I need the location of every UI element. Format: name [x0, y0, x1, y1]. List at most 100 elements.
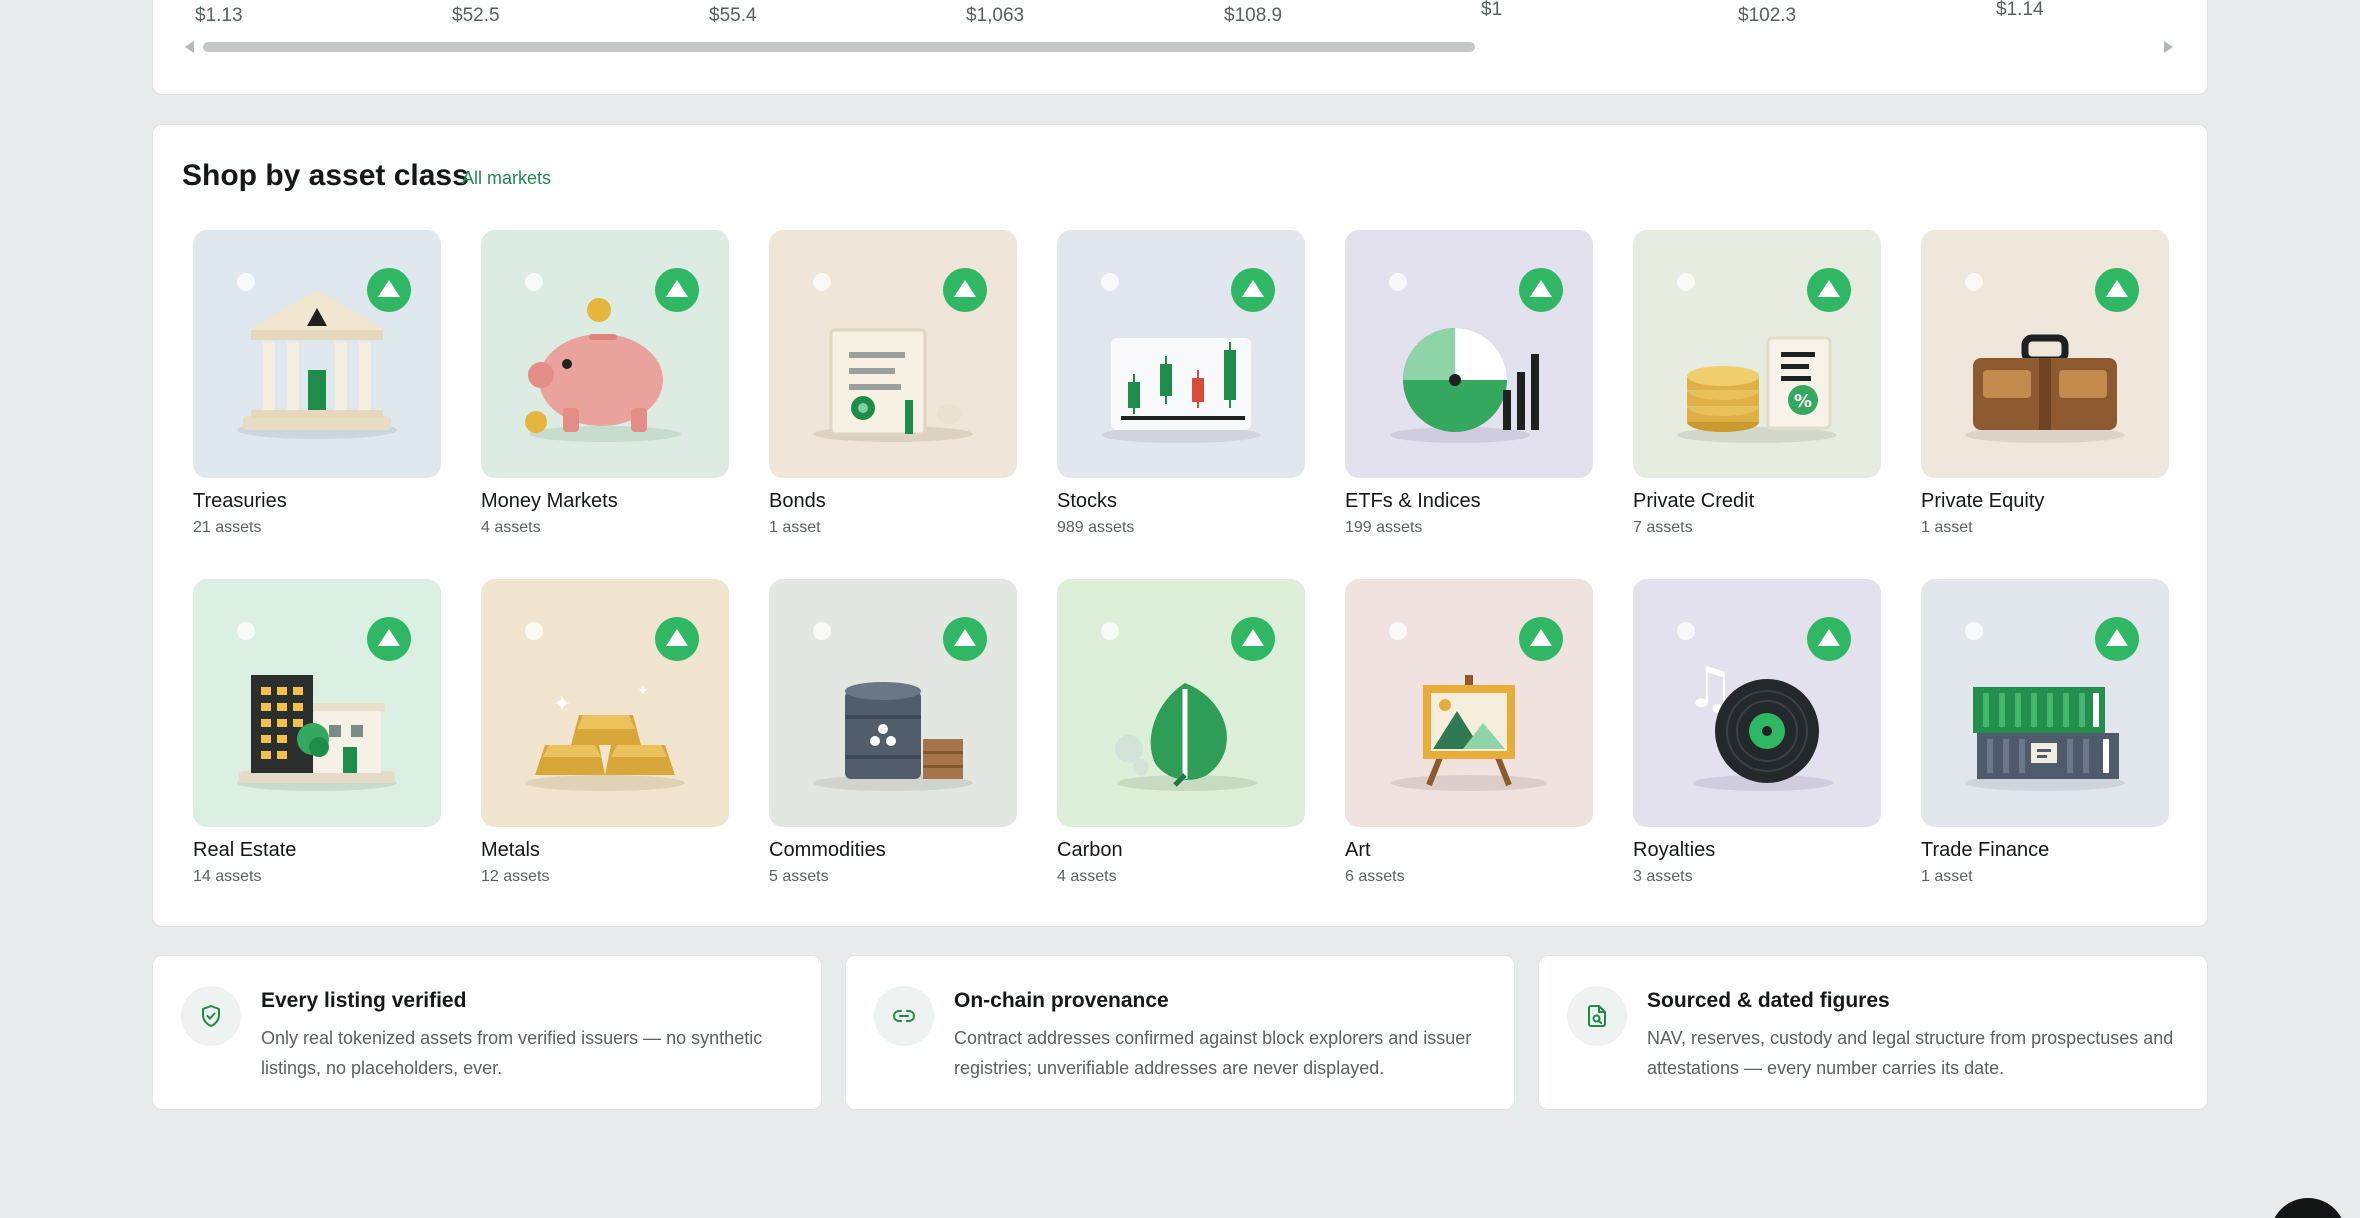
tile-count: 1 asset — [1921, 868, 1973, 885]
tile-image: ♫ — [1633, 579, 1881, 827]
scroll-right-arrow-icon[interactable] — [2164, 41, 2173, 53]
tile-name: Commodities — [769, 839, 886, 861]
tile-image: % — [1633, 230, 1881, 478]
tile-image — [1057, 230, 1305, 478]
vinyl-record-icon: ♫ — [1685, 656, 1833, 791]
tile-name: Private Equity — [1921, 490, 2045, 512]
asset-class-tile-money-markets[interactable]: Money Markets 4 assets — [481, 230, 729, 537]
tile-name: Art — [1345, 839, 1371, 861]
tile-name: Money Markets — [481, 490, 618, 512]
tile-image — [1921, 230, 2169, 478]
price-value: $1.13 — [195, 5, 243, 26]
briefcase-icon — [1965, 334, 2125, 443]
buildings-icon — [237, 675, 397, 791]
asset-class-tile-private-equity[interactable]: Private Equity 1 asset — [1921, 230, 2169, 537]
piggy-bank-icon — [525, 298, 681, 442]
asset-class-tile-art[interactable]: Art 6 assets — [1345, 579, 1593, 886]
tile-image — [769, 579, 1017, 827]
shop-by-asset-class-section: Shop by asset class All markets Treasuri… — [152, 124, 2208, 927]
asset-class-tile-etfs-indices[interactable]: ETFs & Indices 199 assets — [1345, 230, 1593, 537]
asset-class-tile-royalties[interactable]: ♫ Royalties 3 assets — [1633, 579, 1881, 886]
price-value: $1 — [1481, 0, 1503, 20]
tile-name: Royalties — [1633, 839, 1716, 861]
scroll-left-arrow-icon[interactable] — [185, 41, 194, 53]
tile-name: Carbon — [1057, 839, 1123, 861]
tile-image: ✦ ✦ — [481, 579, 729, 827]
tile-count: 989 assets — [1057, 519, 1135, 536]
feature-description: NAV, reserves, custody and legal structu… — [1647, 1028, 2174, 1078]
feature-card-provenance: On-chain provenance Contract addresses c… — [845, 955, 1515, 1110]
tile-name: Stocks — [1057, 490, 1118, 512]
all-markets-link[interactable]: All markets — [462, 168, 551, 189]
asset-class-tile-stocks[interactable]: Stocks 989 assets — [1057, 230, 1305, 537]
price-value: $52.5 — [452, 5, 500, 26]
tile-count: 4 assets — [1057, 868, 1117, 885]
price-value: $1.14 — [1996, 0, 2044, 20]
svg-text:✦: ✦ — [637, 683, 649, 699]
tile-count: 1 asset — [769, 519, 821, 536]
svg-text:✦: ✦ — [553, 692, 571, 717]
price-strip: $1.13 $52.5 $55.4 $1,063 $108.9 $1 $102.… — [152, 0, 2208, 95]
tile-count: 21 assets — [193, 519, 262, 536]
feature-description: Only real tokenized assets from verified… — [261, 1028, 763, 1078]
svg-text:%: % — [1794, 391, 1812, 412]
tile-image — [1345, 579, 1593, 827]
tile-name: Real Estate — [193, 839, 297, 861]
tile-name: Trade Finance — [1921, 839, 2050, 861]
tile-image — [193, 579, 441, 827]
coins-document-icon: % — [1677, 336, 1837, 443]
feature-card-sourced: Sourced & dated figures NAV, reserves, c… — [1538, 955, 2208, 1110]
feature-card-verified: Every listing verified Only real tokeniz… — [152, 955, 822, 1110]
tile-image — [1057, 579, 1305, 827]
section-title: Shop by asset class — [182, 159, 469, 192]
shipping-containers-icon — [1965, 687, 2125, 791]
tile-image — [1345, 230, 1593, 478]
tile-name: Metals — [481, 839, 540, 861]
feature-title: Sourced & dated figures — [1647, 989, 1890, 1012]
tile-count: 14 assets — [193, 868, 262, 885]
asset-class-tile-carbon[interactable]: Carbon 4 assets — [1057, 579, 1305, 886]
horizontal-scrollbar[interactable] — [203, 42, 1475, 52]
tile-image — [481, 230, 729, 478]
chat-launcher-button[interactable] — [2270, 1198, 2346, 1218]
leaf-icon — [1115, 683, 1257, 791]
asset-class-tile-metals[interactable]: ✦ ✦ Metals 12 assets — [481, 579, 729, 886]
shield-check-icon — [181, 986, 241, 1046]
tile-image — [193, 230, 441, 478]
bond-certificate-icon — [813, 328, 973, 442]
asset-class-tile-trade-finance[interactable]: Trade Finance 1 asset — [1921, 579, 2169, 886]
tile-count: 199 assets — [1345, 519, 1423, 536]
tile-name: ETFs & Indices — [1345, 490, 1481, 512]
tile-count: 5 assets — [769, 868, 829, 885]
feature-title: Every listing verified — [261, 989, 467, 1012]
asset-class-tile-commodities[interactable]: Commodities 5 assets — [769, 579, 1017, 886]
price-value: $1,063 — [966, 5, 1025, 26]
asset-class-tile-bonds[interactable]: Bonds 1 asset — [769, 230, 1017, 537]
bank-building-icon — [237, 290, 397, 439]
feature-title: On-chain provenance — [954, 989, 1169, 1012]
asset-class-tile-private-credit[interactable]: % Private Credit 7 assets — [1633, 230, 1881, 537]
tile-count: 12 assets — [481, 868, 550, 885]
price-value: $102.3 — [1738, 5, 1797, 26]
oil-barrel-icon — [813, 682, 973, 791]
candlestick-chart-icon — [1101, 338, 1261, 443]
asset-class-tile-treasuries[interactable]: Treasuries 21 assets — [193, 230, 441, 537]
tile-image — [769, 230, 1017, 478]
link-icon — [874, 986, 934, 1046]
painting-easel-icon — [1391, 675, 1547, 791]
price-value: $55.4 — [709, 5, 757, 26]
price-value: $108.9 — [1224, 5, 1283, 26]
tile-count: 7 assets — [1633, 519, 1693, 536]
tile-image — [1921, 579, 2169, 827]
pie-chart-icon — [1390, 328, 1539, 443]
tile-name: Private Credit — [1633, 490, 1755, 512]
document-search-icon — [1567, 986, 1627, 1046]
tile-count: 4 assets — [481, 519, 541, 536]
feature-description: Contract addresses confirmed against blo… — [954, 1028, 1472, 1078]
tile-count: 6 assets — [1345, 868, 1405, 885]
tile-name: Bonds — [769, 490, 826, 512]
tile-name: Treasuries — [193, 490, 287, 512]
tile-count: 3 assets — [1633, 868, 1693, 885]
asset-class-tile-real-estate[interactable]: Real Estate 14 assets — [193, 579, 441, 886]
gold-bars-icon: ✦ ✦ — [525, 683, 685, 791]
